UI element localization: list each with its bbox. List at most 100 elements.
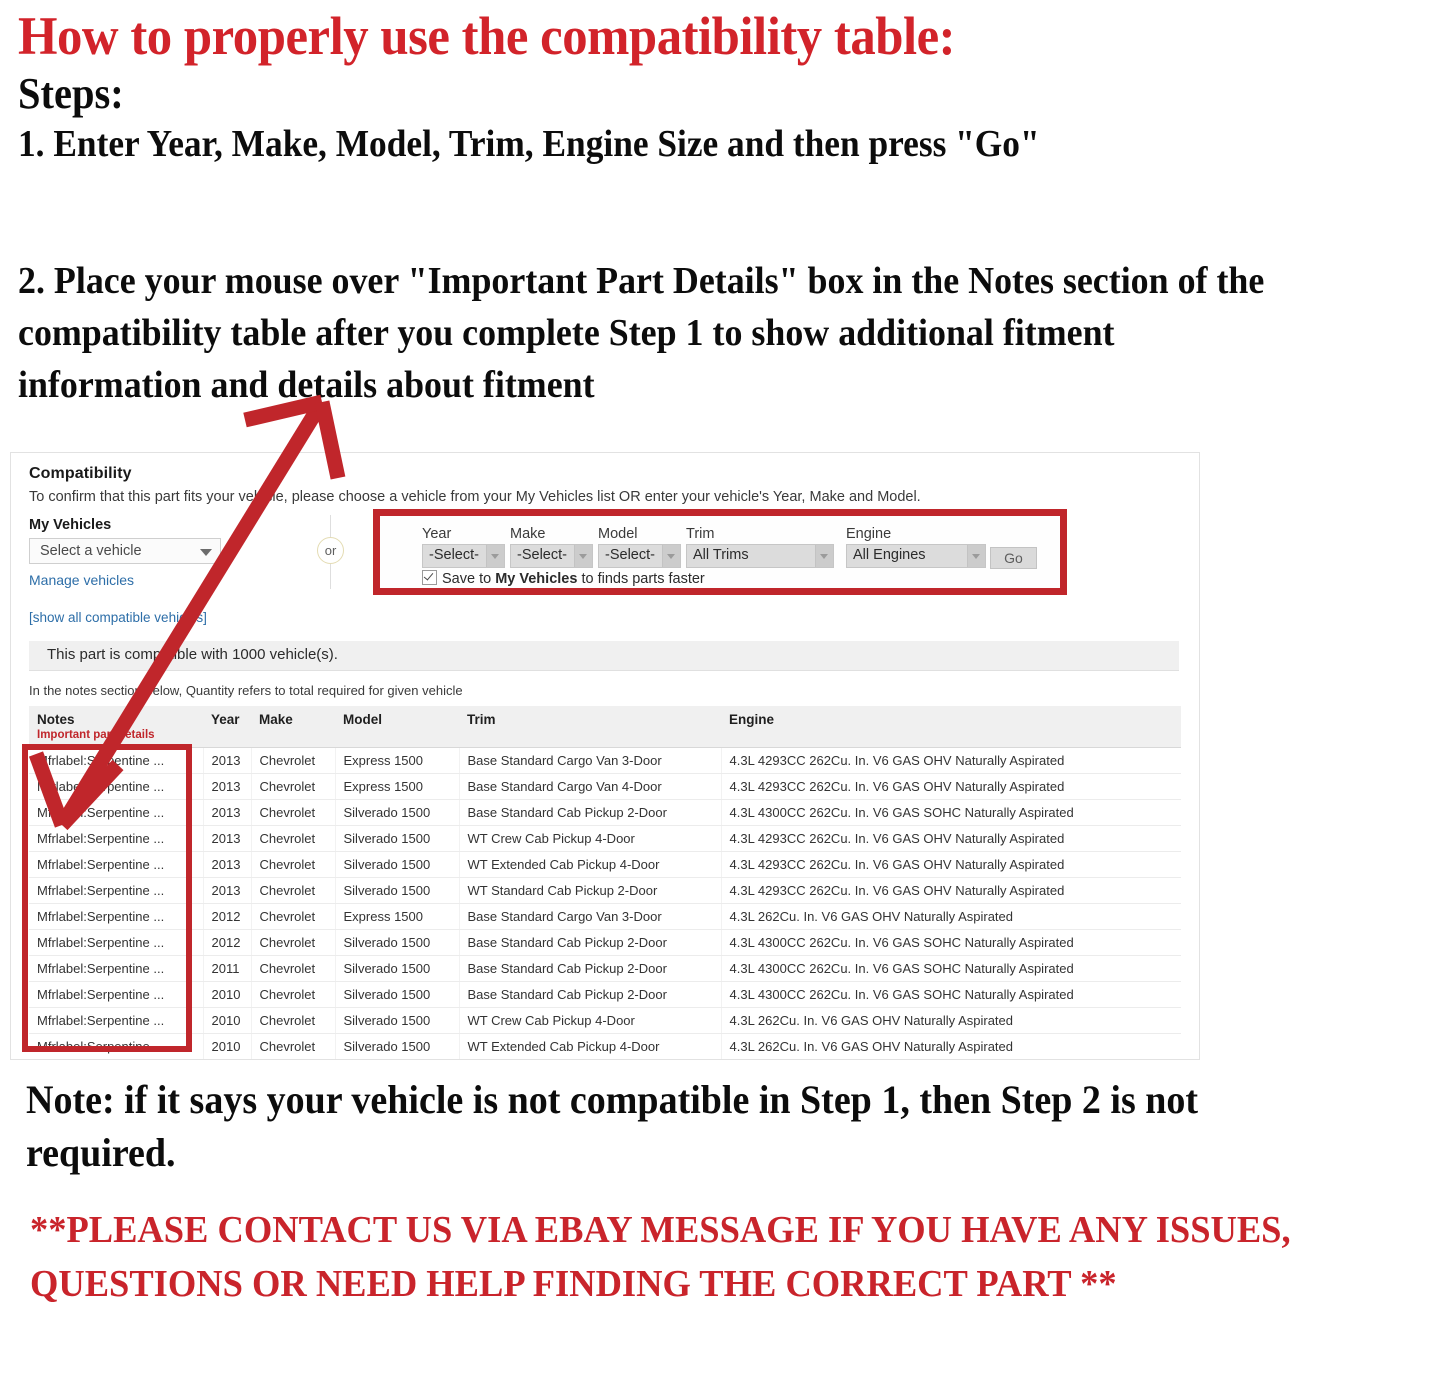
- engine-select[interactable]: All Engines: [846, 544, 986, 568]
- cell-year: 2010: [203, 1033, 252, 1059]
- cell-notes[interactable]: Mfrlabel:Serpentine ...: [29, 773, 204, 800]
- cell-model: Silverado 1500: [335, 799, 460, 826]
- cell-engine: 4.3L 4300CC 262Cu. In. V6 GAS SOHC Natur…: [721, 981, 1181, 1008]
- cell-engine: 4.3L 4300CC 262Cu. In. V6 GAS SOHC Natur…: [721, 929, 1181, 956]
- cell-make: Chevrolet: [251, 799, 336, 826]
- cell-engine: 4.3L 4293CC 262Cu. In. V6 GAS OHV Natura…: [721, 773, 1181, 800]
- cell-year: 2010: [203, 1060, 251, 1061]
- go-button[interactable]: Go: [990, 547, 1037, 569]
- or-bubble: or: [317, 537, 344, 564]
- table-row: Mfrlabel:Serpentine ... 2013 Chevrolet Silv…: [29, 799, 1181, 826]
- step-2-text: 2. Place your mouse over "Important Part…: [18, 260, 1265, 407]
- save-to-my-vehicles-row[interactable]: Save to My Vehicles to finds parts faste…: [422, 570, 705, 587]
- or-label: or: [324, 543, 337, 558]
- year-field: Year -Select-: [422, 526, 505, 568]
- cell-make: Chevrolet: [251, 851, 336, 878]
- model-select[interactable]: -Select-: [598, 544, 681, 568]
- cell-model: Silverado 1500: [335, 1060, 459, 1061]
- column-header-notes: Notes Important part details: [29, 706, 203, 748]
- cell-model: Silverado 1500: [335, 1007, 460, 1034]
- cell-engine: 4.3L 4293CC 262Cu. In. V6 GAS OHV Natura…: [721, 877, 1181, 904]
- cell-notes[interactable]: Mfrlabel:Serpentine ...: [29, 799, 204, 826]
- chevron-down-icon: [574, 545, 592, 567]
- cell-make: Chevrolet: [251, 981, 336, 1008]
- column-header-engine: Engine: [721, 706, 1181, 748]
- notes-header-label: Notes: [37, 712, 75, 727]
- cell-trim: WT Extended Cab Pickup 4-Door: [459, 851, 722, 878]
- engine-field: Engine All Engines: [846, 526, 986, 568]
- cell-engine: 4.3L 4293CC 262Cu. In. V6 GAS OHV Natura…: [721, 747, 1181, 774]
- save-prefix-text: Save to: [442, 571, 496, 587]
- cell-notes[interactable]: Mfrlabel:Serpentine ...: [29, 903, 204, 930]
- make-select-value: -Select-: [517, 547, 567, 563]
- cell-notes[interactable]: Mfrlabel:Serpentine ...: [29, 747, 204, 774]
- cell-make: Chevrolet: [251, 825, 336, 852]
- table-row: Mfrlabel:Serpentine ... 2011 Chevrolet Silv…: [29, 955, 1181, 982]
- manage-vehicles-link[interactable]: Manage vehicles: [29, 572, 134, 588]
- cell-engine: 4.3L 262Cu. In. V6 GAS OHV Naturally Asp…: [721, 1060, 1181, 1061]
- save-suffix-text: to finds parts faster: [577, 571, 705, 587]
- cell-trim: Base Standard Cab Pickup 2-Door: [459, 929, 722, 956]
- save-checkbox[interactable]: [422, 570, 437, 585]
- cell-year: 2013: [203, 773, 252, 800]
- cell-notes[interactable]: Mfrlabel:Serpentine ...: [29, 877, 204, 904]
- compatible-count-text: This part is compatible with 1000 vehicl…: [47, 646, 338, 663]
- cell-engine: 4.3L 262Cu. In. V6 GAS OHV Naturally Asp…: [721, 903, 1181, 930]
- cell-notes[interactable]: Mfrlabel:Serpentine ...: [29, 955, 204, 982]
- fitment-table-body: Mfrlabel:Serpentine ... 2013 Chevrolet Expr…: [29, 747, 1181, 1061]
- trim-select-value: All Trims: [693, 547, 749, 563]
- table-row: Mfrlabel:Serpentine ...2010ChevroletSilv…: [29, 1060, 1181, 1061]
- cell-model: Silverado 1500: [335, 981, 460, 1008]
- quantity-hint-text: In the notes section below, Quantity ref…: [29, 683, 463, 698]
- step-1-text: 1. Enter Year, Make, Model, Trim, Engine…: [18, 122, 1040, 165]
- cell-trim: WT Crew Cab Pickup 4-Door: [459, 825, 722, 852]
- engine-label: Engine: [846, 526, 892, 542]
- year-select[interactable]: -Select-: [422, 544, 505, 568]
- model-field: Model -Select-: [598, 526, 681, 568]
- show-all-compatible-vehicles-link[interactable]: [show all compatible vehicles]: [29, 610, 207, 625]
- column-header-model: Model: [335, 706, 459, 748]
- compatible-count-banner: This part is compatible with 1000 vehicl…: [29, 641, 1179, 671]
- cell-year: 2010: [203, 1007, 252, 1034]
- engine-select-value: All Engines: [853, 547, 926, 563]
- cell-model: Silverado 1500: [335, 955, 460, 982]
- table-row: Mfrlabel:Serpentine ... 2012 Chevrolet Silv…: [29, 929, 1181, 956]
- cell-model: Express 1500: [335, 773, 460, 800]
- cell-notes[interactable]: Mfrlabel:Serpentine ...: [29, 929, 204, 956]
- table-row: Mfrlabel:Serpentine ...2010ChevroletSilv…: [29, 981, 1181, 1008]
- cell-notes[interactable]: Mfrlabel:Serpentine ...: [29, 1060, 203, 1061]
- make-select[interactable]: -Select-: [510, 544, 593, 568]
- my-vehicles-select-value: Select a vehicle: [40, 543, 142, 559]
- my-vehicles-select[interactable]: Select a vehicle: [29, 538, 221, 564]
- cell-year: 2011: [203, 955, 252, 982]
- cell-engine: 4.3L 4293CC 262Cu. In. V6 GAS OHV Natura…: [721, 825, 1181, 852]
- column-header-year: Year: [203, 706, 251, 748]
- trim-label: Trim: [686, 526, 715, 542]
- model-select-value: -Select-: [605, 547, 655, 563]
- year-label: Year: [422, 526, 452, 542]
- steps-label: Steps:: [18, 69, 124, 119]
- trim-field: Trim All Trims: [686, 526, 834, 568]
- cell-notes[interactable]: Mfrlabel:Serpentine ...: [29, 1007, 204, 1034]
- cell-trim: Base Standard Cargo Van 3-Door: [459, 747, 722, 774]
- year-select-value: -Select-: [429, 547, 479, 563]
- trim-select[interactable]: All Trims: [686, 544, 834, 568]
- table-row: Mfrlabel:Serpentine ...2010ChevroletSilv…: [29, 1007, 1181, 1034]
- cell-notes[interactable]: Mfrlabel:Serpentine ...: [29, 1033, 204, 1059]
- column-header-make: Make: [251, 706, 335, 748]
- cell-year: 2010: [203, 981, 252, 1008]
- cell-year: 2013: [203, 851, 252, 878]
- compatibility-heading: Compatibility: [29, 465, 132, 482]
- cell-notes[interactable]: Mfrlabel:Serpentine ...: [29, 981, 204, 1008]
- cell-notes[interactable]: Mfrlabel:Serpentine ...: [29, 825, 204, 852]
- make-field: Make -Select-: [510, 526, 593, 568]
- cell-year: 2013: [203, 877, 252, 904]
- cell-trim: WT Crew Cab Pickup 4-Door: [459, 1007, 722, 1034]
- cell-engine: 4.3L 262Cu. In. V6 GAS OHV Naturally Asp…: [721, 1033, 1181, 1059]
- cell-notes[interactable]: Mfrlabel:Serpentine ...: [29, 851, 204, 878]
- cell-trim: Base Standard Cargo Van 4-Door: [459, 773, 722, 800]
- cell-year: 2013: [203, 825, 252, 852]
- make-label: Make: [510, 526, 546, 542]
- cell-model: Silverado 1500: [335, 877, 460, 904]
- table-row: Mfrlabel:Serpentine ... 2013 Chevrolet Silv…: [29, 877, 1181, 904]
